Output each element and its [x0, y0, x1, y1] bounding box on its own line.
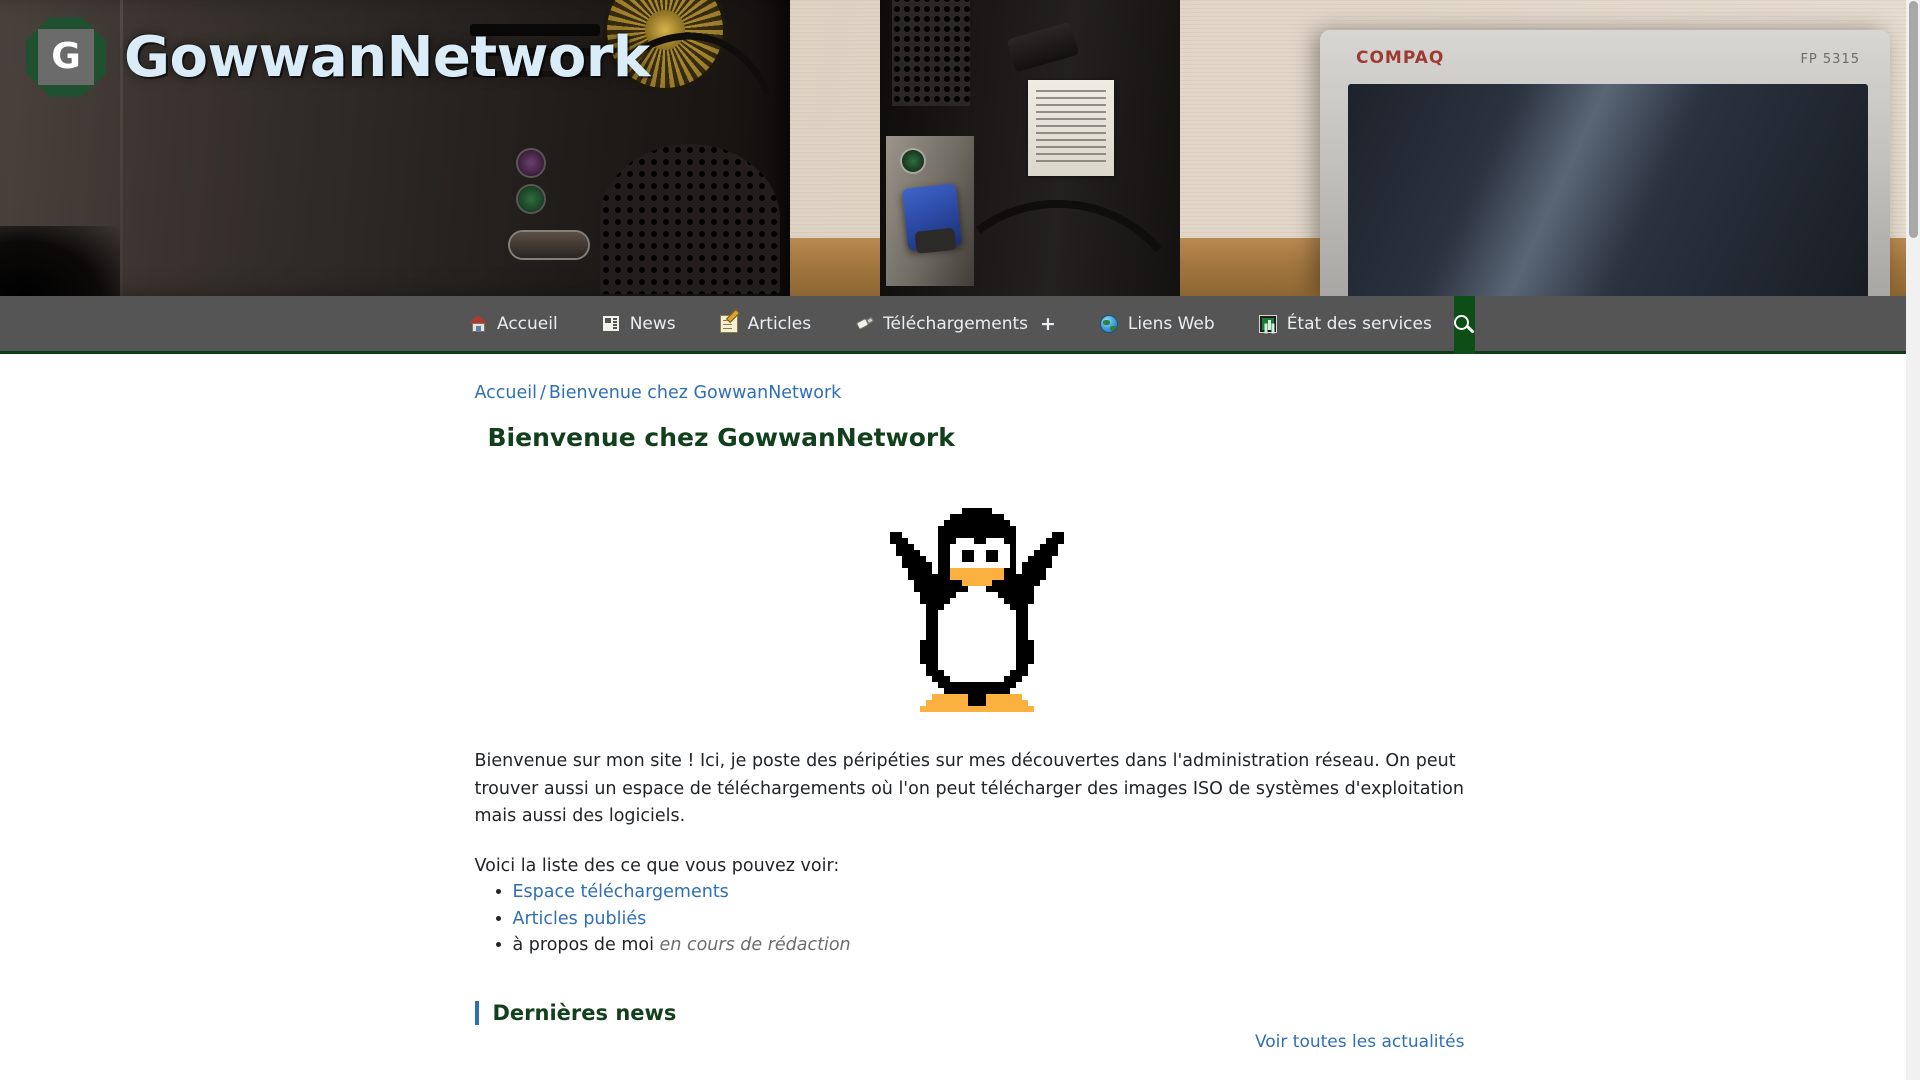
gowwannetwork-logo-icon[interactable]: G [26, 17, 106, 97]
ethernet-port [902, 150, 924, 172]
nav-item-news-label: News [629, 313, 676, 334]
breadcrumb: Accueil / Bienvenue chez GowwanNetwork [475, 357, 1467, 403]
nav-item-articles[interactable]: Articles [698, 295, 833, 353]
house-icon [469, 314, 488, 333]
nav-item-telechargements-label: Téléchargements [883, 313, 1028, 334]
logo-letter: G [51, 36, 81, 77]
ps2-port-green [518, 186, 544, 212]
search-icon [1453, 314, 1475, 336]
breadcrumb-home-link[interactable]: Accueil [475, 383, 538, 403]
site-hero-banner: COMPAQ FP 5315 G GowwanNetwork [0, 0, 1920, 296]
list-item: à propos de moi en cours de rédaction [513, 932, 1467, 959]
list-item: Articles publiés [513, 906, 1467, 933]
page-title: Bienvenue chez GowwanNetwork [487, 423, 955, 452]
page-scrollbar-thumb[interactable] [1909, 1, 1918, 238]
intro-paragraph: Bienvenue sur mon site ! Ici, je poste d… [474, 751, 1464, 827]
newspaper-icon [602, 314, 621, 333]
monitor-model-label: FP 5315 [1800, 52, 1860, 67]
link-espace-telechargements[interactable]: Espace téléchargements [513, 882, 729, 902]
news-section-header: Dernières news Voir toutes les actualité… [474, 1000, 1467, 1052]
monitor-screen [1348, 84, 1868, 296]
see-all-news-link[interactable]: Voir toutes les actualités [1255, 1032, 1465, 1052]
status-monitor-icon [1259, 314, 1278, 333]
list-item: Espace téléchargements [513, 879, 1467, 906]
nav-item-etat-des-services-label: État des services [1286, 313, 1432, 334]
vent-grid [892, 0, 970, 106]
nav-item-liens-web-label: Liens Web [1127, 313, 1215, 334]
foreground-dark-object [0, 226, 120, 296]
ps2-port-purple [518, 150, 544, 176]
penguin-image-wrapper [475, 502, 1467, 718]
globe-icon [1100, 314, 1119, 333]
logo-square: G [38, 29, 94, 85]
memo-icon [720, 314, 739, 333]
main-content: Accueil / Bienvenue chez GowwanNetwork Bie… [0, 357, 1913, 1080]
nav-item-accueil[interactable]: Accueil [447, 295, 580, 353]
site-brand[interactable]: G GowwanNetwork [26, 17, 650, 97]
compaq-monitor: COMPAQ FP 5315 [1320, 30, 1890, 296]
nav-item-liens-web[interactable]: Liens Web [1078, 295, 1237, 353]
breadcrumb-separator: / [540, 383, 546, 403]
link-articles-publies[interactable]: Articles publiés [513, 909, 647, 929]
nav-item-etat-des-services[interactable]: État des services [1237, 295, 1454, 353]
chevron-expand-plus-icon[interactable]: + [1040, 313, 1056, 335]
main-navigation-bar: Accueil News Articles Téléchargements + [0, 296, 1920, 354]
penguin-pixel-art-icon [878, 502, 1064, 718]
site-title[interactable]: GowwanNetwork [124, 25, 650, 90]
list-intro-text: Voici la liste des ce que vous pouvez vo… [474, 855, 840, 876]
feature-link-list: Espace téléchargements Articles publiés … [513, 879, 1467, 959]
see-all-row: Voir toutes les actualités [475, 1032, 1467, 1052]
nav-item-articles-label: Articles [747, 313, 812, 334]
list-item-a-propos-note: en cours de rédaction [659, 935, 851, 956]
search-button[interactable] [1453, 296, 1475, 354]
nav-item-news[interactable]: News [580, 295, 698, 353]
nav-items-list: Accueil News Articles Téléchargements + [447, 296, 1454, 351]
breadcrumb-current-link[interactable]: Bienvenue chez GowwanNetwork [549, 383, 841, 403]
nav-item-telechargements[interactable]: Téléchargements + [833, 295, 1078, 353]
list-item-a-propos-label: à propos de moi [512, 935, 654, 956]
monitor-brand-label: COMPAQ [1356, 48, 1445, 68]
news-section-heading: Dernières news [474, 1000, 1467, 1025]
blue-vga-connector [901, 183, 963, 251]
plug-icon [855, 314, 874, 333]
nav-item-accueil-label: Accueil [497, 313, 558, 334]
